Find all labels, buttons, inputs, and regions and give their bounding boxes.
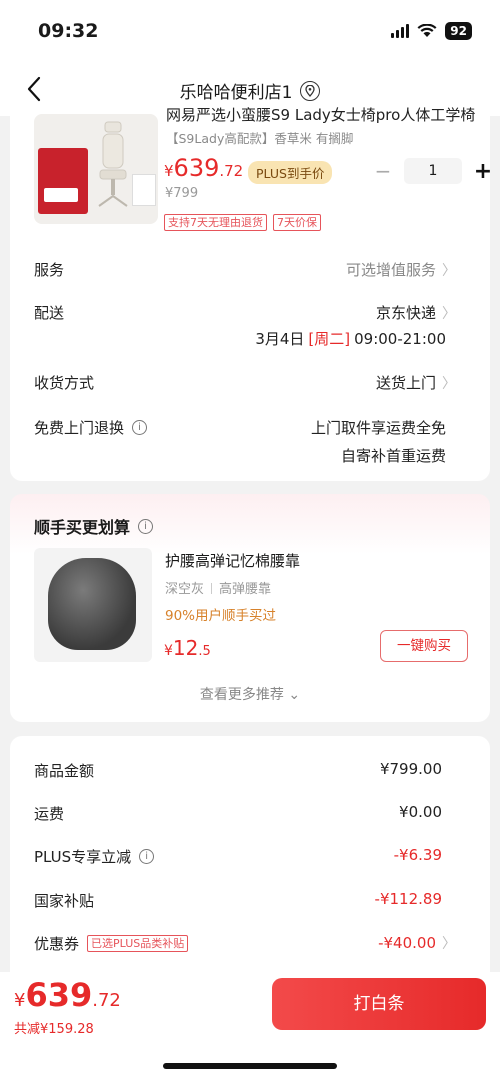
total-saving: 共减¥159.28	[14, 1022, 94, 1037]
spec-sheet-image	[132, 174, 156, 206]
quantity-field[interactable]: 1	[404, 158, 462, 184]
product-price: ¥639.72	[164, 154, 244, 182]
chevron-right-icon: 〉	[442, 375, 456, 392]
return-tag: 支持7天无理由退货	[164, 214, 267, 231]
original-price: ¥799	[165, 186, 199, 201]
order-item-card: 网易严选小蛮腰S9 Lady女士椅pro人体工学椅 【S9Lady高配款】香草米…	[10, 104, 490, 481]
total-price: ¥639.72	[14, 976, 121, 1014]
signal-icon	[391, 24, 410, 38]
product-spec[interactable]: 【S9Lady高配款】香草米 有搁脚	[166, 128, 353, 147]
cushion-image	[48, 558, 136, 650]
chair-image	[98, 121, 128, 207]
addon-spec: 深空灰 高弹腰靠	[165, 582, 272, 597]
price-summary-card: 商品金额 ¥799.00 运费 ¥0.00 PLUS专享立减 i -¥6.39 国…	[10, 736, 490, 996]
addon-thumbnail[interactable]	[34, 548, 152, 662]
coupon-label: 优惠券	[34, 935, 80, 953]
delivery-date: 3月4日	[255, 330, 305, 348]
info-icon[interactable]: i	[138, 518, 154, 534]
product-title[interactable]: 网易严选小蛮腰S9 Lady女士椅pro人体工学椅	[166, 104, 476, 125]
info-icon[interactable]: i	[132, 420, 148, 435]
store-name[interactable]: 乐哈哈便利店1	[180, 78, 293, 103]
service-tags: 支持7天无理由退货 7天价保	[164, 214, 321, 231]
wifi-icon	[417, 24, 437, 38]
addon-popularity: 90%用户顺手买过	[165, 608, 277, 624]
plus-discount-value: -¥6.39	[393, 846, 442, 864]
status-time: 09:32	[38, 20, 99, 42]
chevron-right-icon: 〉	[442, 936, 456, 952]
info-icon[interactable]: i	[139, 849, 155, 864]
see-more-recommendations[interactable]: 查看更多推荐 ⌄	[10, 684, 490, 704]
decrease-button[interactable]: −	[370, 159, 396, 183]
location-pin-icon[interactable]	[300, 80, 321, 101]
shipping-value: ¥0.00	[399, 803, 442, 821]
status-bar: 09:32 92	[0, 0, 500, 62]
home-indicator	[163, 1063, 337, 1069]
goods-amount-value: ¥799.00	[379, 760, 442, 778]
addon-name[interactable]: 护腰高弹记忆棉腰靠	[165, 550, 300, 571]
one-click-buy-button[interactable]: 一键购买	[380, 630, 468, 662]
delivery-weekday: [周二]	[308, 330, 351, 348]
price-protect-tag: 7天价保	[273, 214, 321, 231]
delivery-carrier: 京东快递	[375, 304, 436, 322]
coupon-value: -¥40.00	[378, 934, 436, 952]
chevron-right-icon: 〉	[442, 262, 456, 279]
addon-price: ¥12.5	[164, 636, 211, 660]
plus-price-badge: PLUS到手价	[248, 161, 333, 184]
subsidy-value: -¥112.89	[374, 890, 442, 908]
product-thumbnail[interactable]	[34, 114, 158, 224]
battery-icon: 92	[445, 22, 472, 40]
checkout-bar: ¥639.72 共减¥159.28 打白条	[0, 972, 500, 1081]
plus-discount-label: PLUS专享立减	[34, 848, 132, 866]
shipping-label: 运费	[34, 805, 65, 823]
increase-button[interactable]: +	[470, 159, 490, 184]
service-value: 可选增值服务	[345, 261, 436, 279]
service-label: 服务	[34, 261, 65, 279]
addon-section-title: 顺手买更划算 i	[34, 514, 154, 538]
subsidy-label: 国家补贴	[34, 892, 95, 910]
pay-button[interactable]: 打白条	[272, 978, 486, 1030]
delivery-time: 09:00-21:00	[354, 329, 446, 348]
receive-label: 收货方式	[34, 374, 95, 392]
free-return-label: 免费上门退换	[34, 419, 125, 437]
receive-value: 送货上门	[375, 374, 436, 392]
status-icons: 92	[391, 22, 472, 40]
delivery-label: 配送	[34, 304, 65, 322]
addon-card: 顺手买更划算 i 护腰高弹记忆棉腰靠 深空灰 高弹腰靠 90%用户顺手买过 ¥12…	[10, 494, 490, 722]
free-return-value-2: 自寄补首重运费	[340, 447, 446, 465]
chevron-down-icon: ⌄	[288, 687, 301, 703]
chevron-right-icon: 〉	[442, 305, 456, 322]
goods-amount-label: 商品金额	[34, 762, 95, 780]
coupon-tag: 已选PLUS品类补贴	[87, 935, 189, 952]
free-return-value-1: 上门取件享运费全免	[310, 419, 446, 437]
promo-badge	[38, 148, 88, 214]
quantity-stepper: − 1 +	[370, 158, 490, 184]
page-title: 乐哈哈便利店1	[0, 78, 500, 103]
